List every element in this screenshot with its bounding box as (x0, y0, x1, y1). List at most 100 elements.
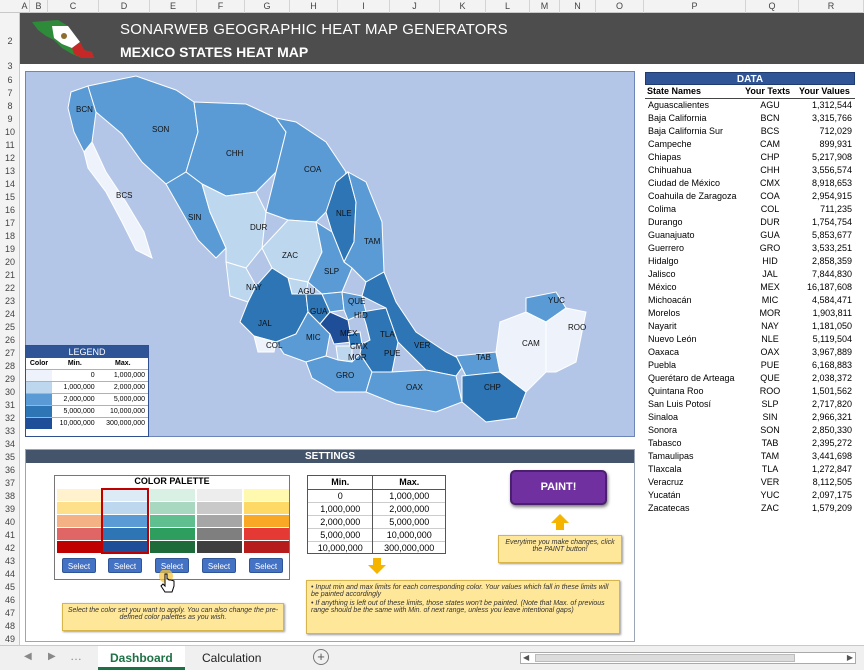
row-header[interactable]: 2 (0, 35, 20, 48)
state-name-cell[interactable]: Coahuila de Zaragoza (645, 190, 743, 203)
state-name-cell[interactable]: Campeche (645, 138, 743, 151)
state-name-cell[interactable]: Sinaloa (645, 411, 743, 424)
min-input-cell[interactable]: 5,000,000 (308, 527, 374, 541)
row-header[interactable]: 26 (0, 334, 20, 347)
state-name-cell[interactable]: Veracruz (645, 476, 743, 489)
row-header[interactable]: 13 (0, 165, 20, 178)
state-value-cell[interactable]: 3,556,574 (797, 164, 855, 177)
state-value-cell[interactable]: 3,441,698 (797, 450, 855, 463)
row-header[interactable]: 22 (0, 282, 20, 295)
state-value-cell[interactable]: 16,187,608 (797, 281, 855, 294)
row-header[interactable]: 20 (0, 256, 20, 269)
row-header[interactable]: 6 (0, 74, 20, 87)
state-name-cell[interactable]: Tamaulipas (645, 450, 743, 463)
state-value-cell[interactable]: 899,931 (797, 138, 855, 151)
select-palette-button[interactable]: Select (202, 558, 236, 573)
column-header[interactable]: B (30, 0, 48, 13)
state-value-cell[interactable]: 8,918,653 (797, 177, 855, 190)
state-code-cell[interactable]: NLE (743, 333, 797, 346)
state-code-cell[interactable]: SLP (743, 398, 797, 411)
state-value-cell[interactable]: 1,501,562 (797, 385, 855, 398)
scroll-left-icon[interactable]: ◀ (523, 653, 529, 662)
state-code-cell[interactable]: CHP (743, 151, 797, 164)
state-name-cell[interactable]: San Luis Potosí (645, 398, 743, 411)
state-value-cell[interactable]: 2,395,272 (797, 437, 855, 450)
state-value-cell[interactable]: 1,903,811 (797, 307, 855, 320)
column-header[interactable]: R (799, 0, 864, 13)
row-header[interactable]: 16 (0, 204, 20, 217)
column-header[interactable]: E (150, 0, 197, 13)
row-header[interactable]: 36 (0, 464, 20, 477)
state-value-cell[interactable]: 5,217,908 (797, 151, 855, 164)
max-input-cell[interactable]: 2,000,000 (372, 501, 445, 515)
select-palette-button[interactable]: Select (249, 558, 283, 573)
min-input-cell[interactable]: 1,000,000 (308, 501, 374, 515)
state-code-cell[interactable]: SIN (743, 411, 797, 424)
state-code-cell[interactable]: CHH (743, 164, 797, 177)
state-value-cell[interactable]: 4,584,471 (797, 294, 855, 307)
state-name-cell[interactable]: Tabasco (645, 437, 743, 450)
state-name-cell[interactable]: Chiapas (645, 151, 743, 164)
row-header[interactable]: 33 (0, 425, 20, 438)
row-header[interactable]: 15 (0, 191, 20, 204)
max-input-cell[interactable]: 10,000,000 (372, 527, 445, 541)
row-header[interactable]: 11 (0, 139, 20, 152)
state-value-cell[interactable]: 5,853,677 (797, 229, 855, 242)
row-header[interactable]: 37 (0, 477, 20, 490)
column-header[interactable]: M (530, 0, 560, 13)
state-name-cell[interactable]: Aguascalientes (645, 98, 743, 112)
column-header[interactable]: K (440, 0, 486, 13)
state-name-cell[interactable]: Chihuahua (645, 164, 743, 177)
select-palette-button[interactable]: Select (62, 558, 96, 573)
row-header[interactable]: 9 (0, 113, 20, 126)
row-header[interactable]: 25 (0, 321, 20, 334)
row-header[interactable]: 38 (0, 490, 20, 503)
row-header[interactable]: 19 (0, 243, 20, 256)
state-name-cell[interactable]: Baja California (645, 112, 743, 125)
state-code-cell[interactable]: HID (743, 255, 797, 268)
row-header[interactable]: 21 (0, 269, 20, 282)
row-header[interactable]: 45 (0, 581, 20, 594)
state-name-cell[interactable]: Jalisco (645, 268, 743, 281)
state-code-cell[interactable]: DUR (743, 216, 797, 229)
state-code-cell[interactable]: BCN (743, 112, 797, 125)
state-name-cell[interactable]: Guerrero (645, 242, 743, 255)
state-value-cell[interactable]: 5,119,504 (797, 333, 855, 346)
state-value-cell[interactable]: 2,038,372 (797, 372, 855, 385)
state-name-cell[interactable]: Morelos (645, 307, 743, 320)
row-header[interactable]: 32 (0, 412, 20, 425)
state-value-cell[interactable]: 1,754,754 (797, 216, 855, 229)
row-header[interactable]: 7 (0, 87, 20, 100)
tab-calculation[interactable]: Calculation (190, 646, 273, 670)
row-header[interactable]: 10 (0, 126, 20, 139)
row-header[interactable]: 31 (0, 399, 20, 412)
select-palette-button[interactable]: Select (108, 558, 142, 573)
state-code-cell[interactable]: TLA (743, 463, 797, 476)
state-value-cell[interactable]: 8,112,505 (797, 476, 855, 489)
column-header[interactable]: D (99, 0, 150, 13)
tab-scroll-left-icon[interactable]: ◀ (24, 651, 32, 662)
column-header[interactable]: O (596, 0, 644, 13)
row-header[interactable]: 17 (0, 217, 20, 230)
state-code-cell[interactable]: ROO (743, 385, 797, 398)
state-value-cell[interactable]: 2,966,321 (797, 411, 855, 424)
max-input-cell[interactable]: 5,000,000 (372, 514, 445, 528)
state-name-cell[interactable]: Querétaro de Arteaga (645, 372, 743, 385)
state-value-cell[interactable]: 3,315,766 (797, 112, 855, 125)
row-header[interactable]: 18 (0, 230, 20, 243)
row-header[interactable]: 40 (0, 516, 20, 529)
state-value-cell[interactable]: 3,533,251 (797, 242, 855, 255)
state-value-cell[interactable]: 2,717,820 (797, 398, 855, 411)
state-value-cell[interactable]: 3,967,889 (797, 346, 855, 359)
state-code-cell[interactable]: AGU (743, 98, 797, 112)
row-header[interactable]: 29 (0, 373, 20, 386)
state-value-cell[interactable]: 2,097,175 (797, 489, 855, 502)
state-value-cell[interactable]: 712,029 (797, 125, 855, 138)
state-code-cell[interactable]: GUA (743, 229, 797, 242)
state-code-cell[interactable]: NAY (743, 320, 797, 333)
state-code-cell[interactable]: MEX (743, 281, 797, 294)
column-header[interactable]: C (48, 0, 99, 13)
state-code-cell[interactable]: BCS (743, 125, 797, 138)
state-name-cell[interactable]: Hidalgo (645, 255, 743, 268)
state-name-cell[interactable]: Michoacán (645, 294, 743, 307)
